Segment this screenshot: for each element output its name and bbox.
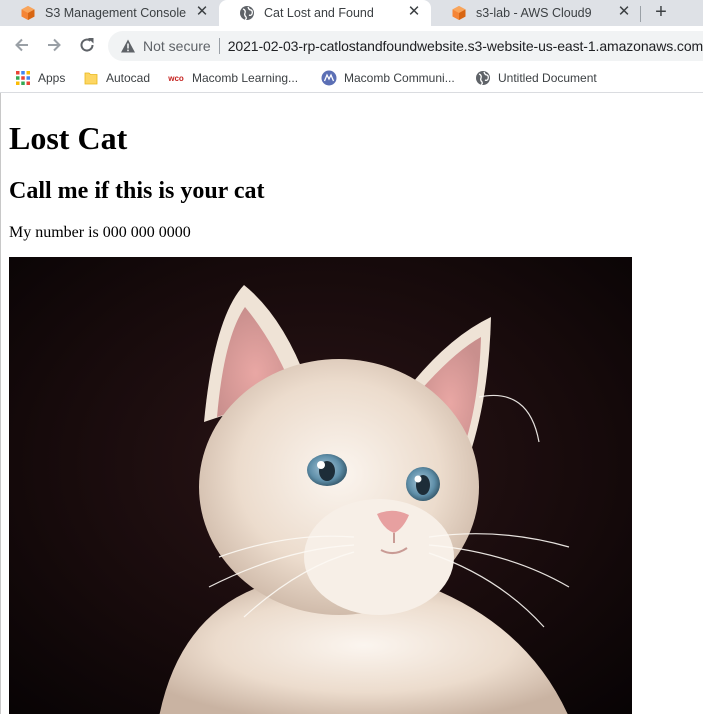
page-subtitle: Call me if this is your cat bbox=[9, 178, 265, 204]
close-tab-icon[interactable]: ✕ bbox=[405, 3, 423, 21]
address-divider bbox=[218, 38, 220, 54]
new-tab-button[interactable]: + bbox=[648, 1, 674, 25]
bookmark-label: Macomb Learning... bbox=[192, 71, 299, 85]
aws-cube-icon bbox=[452, 6, 466, 20]
reload-button[interactable] bbox=[76, 34, 98, 56]
bookmark-macomb-community[interactable]: Macomb Communi... bbox=[321, 69, 455, 87]
bookmark-apps[interactable]: Apps bbox=[15, 69, 65, 87]
contact-number-text: My number is 000 000 0000 bbox=[9, 224, 191, 241]
tab-cat-lost-and-found[interactable]: Cat Lost and Found ✕ bbox=[219, 0, 431, 26]
bookmark-label: Macomb Communi... bbox=[344, 71, 455, 85]
bookmark-macomb-learning[interactable]: wco Macomb Learning... bbox=[167, 69, 298, 87]
folder-icon bbox=[84, 72, 98, 85]
aws-cube-icon bbox=[21, 6, 35, 20]
bookmark-label: Autocad bbox=[106, 71, 151, 85]
bookmarks-bar: Apps Autocad wco Macomb Learning... Maco… bbox=[0, 64, 703, 93]
tab-title: s3-lab - AWS Cloud9 bbox=[476, 6, 592, 20]
bookmark-label: Apps bbox=[38, 71, 66, 85]
tab-divider bbox=[640, 6, 641, 22]
globe-icon bbox=[476, 71, 490, 86]
bookmark-label: Untitled Document bbox=[498, 71, 597, 85]
address-bar[interactable]: Not secure 2021-02-03-rp-catlostandfound… bbox=[108, 31, 703, 61]
page-title: Lost Cat bbox=[9, 120, 128, 156]
tab-s3-management-console[interactable]: S3 Management Console ✕ bbox=[0, 0, 219, 26]
reload-icon bbox=[80, 38, 94, 52]
url-text[interactable]: 2021-02-03-rp-catlostandfoundwebsite.s3-… bbox=[228, 38, 703, 54]
wco-logo-icon: wco bbox=[168, 73, 184, 83]
bookmark-autocad[interactable]: Autocad bbox=[83, 69, 150, 87]
tab-title: S3 Management Console bbox=[45, 6, 187, 20]
web-page-content: Lost Cat Call me if this is your cat My … bbox=[0, 93, 703, 714]
close-tab-icon[interactable]: ✕ bbox=[615, 3, 633, 21]
browser-toolbar: Not secure 2021-02-03-rp-catlostandfound… bbox=[0, 26, 703, 64]
forward-button[interactable] bbox=[43, 34, 65, 56]
security-status-label[interactable]: Not secure bbox=[143, 38, 211, 54]
warning-triangle-icon bbox=[121, 39, 135, 53]
apps-grid-icon bbox=[16, 71, 30, 85]
back-button[interactable] bbox=[11, 34, 33, 56]
globe-icon bbox=[240, 6, 254, 21]
kitten-photo bbox=[9, 257, 632, 714]
tab-s3-lab-cloud9[interactable]: s3-lab - AWS Cloud9 ✕ bbox=[431, 0, 641, 26]
bookmark-untitled-document[interactable]: Untitled Document bbox=[475, 69, 597, 87]
arrow-right-icon bbox=[48, 38, 61, 52]
arrow-left-icon bbox=[15, 38, 28, 52]
tab-strip: S3 Management Console ✕ Cat Lost and Fou… bbox=[0, 0, 703, 26]
tab-title: Cat Lost and Found bbox=[264, 6, 374, 20]
macomb-logo-icon bbox=[321, 70, 337, 86]
close-tab-icon[interactable]: ✕ bbox=[193, 3, 211, 21]
